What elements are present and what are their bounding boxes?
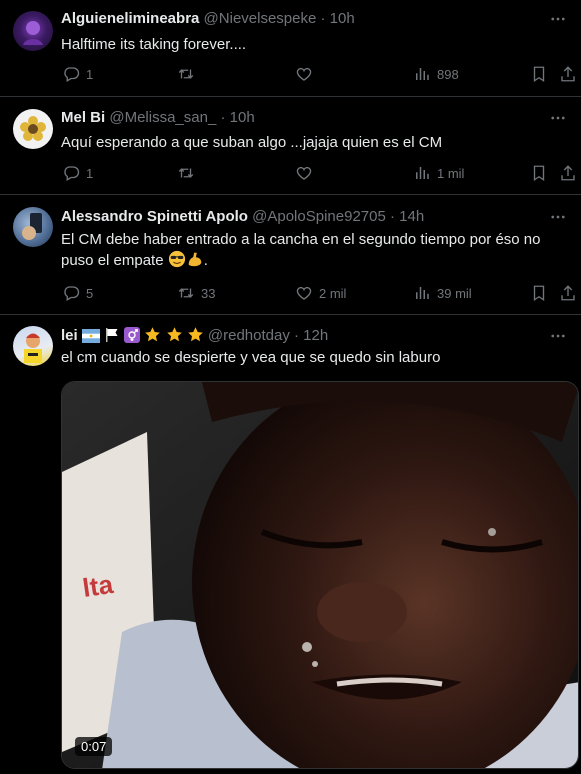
bookmark-button[interactable]	[530, 163, 548, 183]
tweet-text-fragment: .	[203, 252, 208, 269]
tweet-time[interactable]: · 10h	[220, 109, 254, 126]
more-icon[interactable]	[549, 208, 567, 226]
share-icon	[559, 164, 577, 182]
views-count: 1 mil	[437, 165, 465, 181]
views-button[interactable]: 39 mil	[413, 283, 472, 303]
flexed-biceps-emoji-icon	[188, 252, 202, 267]
user-handle[interactable]: @ApoloSpine92705	[252, 208, 386, 225]
tweet-actions: 1 1 mil	[56, 163, 581, 183]
tweet[interactable]: Mel Bi @Melissa_san_ · 10h Aquí esperand…	[0, 97, 581, 195]
user-handle[interactable]: @Nievelsespeke	[204, 10, 317, 27]
user-name[interactable]: Mel Bi	[61, 109, 105, 126]
retweet-count: 33	[201, 285, 216, 301]
like-button[interactable]: 2 mil	[295, 283, 346, 303]
views-icon	[413, 284, 431, 302]
heart-icon	[295, 65, 313, 83]
bookmark-icon	[530, 65, 548, 83]
bookmark-button[interactable]	[530, 64, 548, 84]
tweet-text-line: puso el empate .	[61, 250, 566, 271]
like-count: 2 mil	[319, 285, 347, 301]
star-icon	[145, 327, 161, 342]
share-button[interactable]	[559, 283, 577, 303]
tweet-text: Aquí esperando a que suban algo ...jajaj…	[61, 134, 443, 151]
argentina-flag-icon	[81, 329, 100, 343]
sunglasses-emoji-icon	[168, 250, 185, 268]
user-name[interactable]: Alessandro Spinetti Apolo	[61, 208, 248, 225]
user-name[interactable]: Alguienelimineabra	[61, 10, 199, 27]
more-icon[interactable]	[549, 327, 567, 345]
retweet-icon	[177, 65, 195, 83]
tweet-actions: 1 898	[56, 64, 581, 84]
views-icon	[413, 164, 431, 182]
avatar[interactable]	[13, 207, 53, 247]
tweet-text-line: El CM debe haber entrado a la cancha en …	[61, 231, 541, 248]
tweet-text-fragment: puso el empate	[61, 252, 164, 269]
reply-button[interactable]: 1	[62, 64, 93, 84]
retweet-button[interactable]	[177, 163, 195, 183]
share-icon	[559, 284, 577, 302]
video-duration: 0:07	[75, 737, 113, 756]
retweet-button[interactable]	[177, 64, 195, 84]
like-button[interactable]	[295, 163, 313, 183]
tweet-actions: 5 33 2 mil 39 mil	[56, 283, 581, 303]
transgender-symbol-icon	[124, 327, 141, 343]
tweet-text: El CM debe haber entrado a la cancha en …	[61, 230, 566, 271]
video-player[interactable]: lta 0:07	[61, 381, 579, 769]
video-frame: lta	[62, 382, 578, 768]
bookmark-icon	[530, 284, 548, 302]
reply-count: 1	[86, 165, 94, 181]
avatar[interactable]	[13, 326, 53, 366]
user-name[interactable]: lei	[61, 327, 78, 344]
tweet[interactable]: Alessandro Spinetti Apolo @ApoloSpine927…	[0, 195, 581, 315]
tweet-time[interactable]: · 12h	[294, 327, 328, 344]
share-icon	[559, 65, 577, 83]
reply-count: 5	[86, 285, 94, 301]
views-count: 898	[437, 66, 459, 82]
star-icon	[187, 327, 203, 342]
views-button[interactable]: 898	[413, 64, 459, 84]
views-button[interactable]: 1 mil	[413, 163, 464, 183]
bookmark-button[interactable]	[530, 283, 548, 303]
reply-icon	[62, 284, 80, 302]
share-button[interactable]	[559, 163, 577, 183]
tweet-text: Halftime its taking forever....	[61, 36, 247, 53]
star-icon	[166, 327, 182, 342]
like-button[interactable]	[295, 64, 313, 84]
tweet[interactable]: Alguienelimineabra @Nievelsespeke · 10h …	[0, 0, 581, 97]
avatar[interactable]	[13, 11, 53, 51]
more-icon[interactable]	[549, 10, 567, 28]
views-count: 39 mil	[437, 285, 472, 301]
tweet-text: el cm cuando se despierte y vea que se q…	[61, 349, 441, 366]
reply-icon	[62, 65, 80, 83]
tweet-time[interactable]: · 10h	[321, 10, 355, 27]
reply-icon	[62, 164, 80, 182]
retweet-icon	[177, 284, 195, 302]
heart-icon	[295, 164, 313, 182]
user-handle[interactable]: @redhotday	[208, 327, 290, 344]
reply-count: 1	[86, 66, 94, 82]
bookmark-icon	[530, 164, 548, 182]
white-flag-icon	[106, 328, 118, 342]
heart-icon	[295, 284, 313, 302]
svg-text:lta: lta	[81, 569, 116, 603]
views-icon	[413, 65, 431, 83]
more-icon[interactable]	[549, 109, 567, 127]
user-handle[interactable]: @Melissa_san_	[109, 109, 216, 126]
reply-button[interactable]: 5	[62, 283, 93, 303]
retweet-button[interactable]: 33	[177, 283, 215, 303]
tweet-time[interactable]: · 14h	[390, 208, 424, 225]
avatar[interactable]	[13, 109, 53, 149]
share-button[interactable]	[559, 64, 577, 84]
retweet-icon	[177, 164, 195, 182]
reply-button[interactable]: 1	[62, 163, 93, 183]
